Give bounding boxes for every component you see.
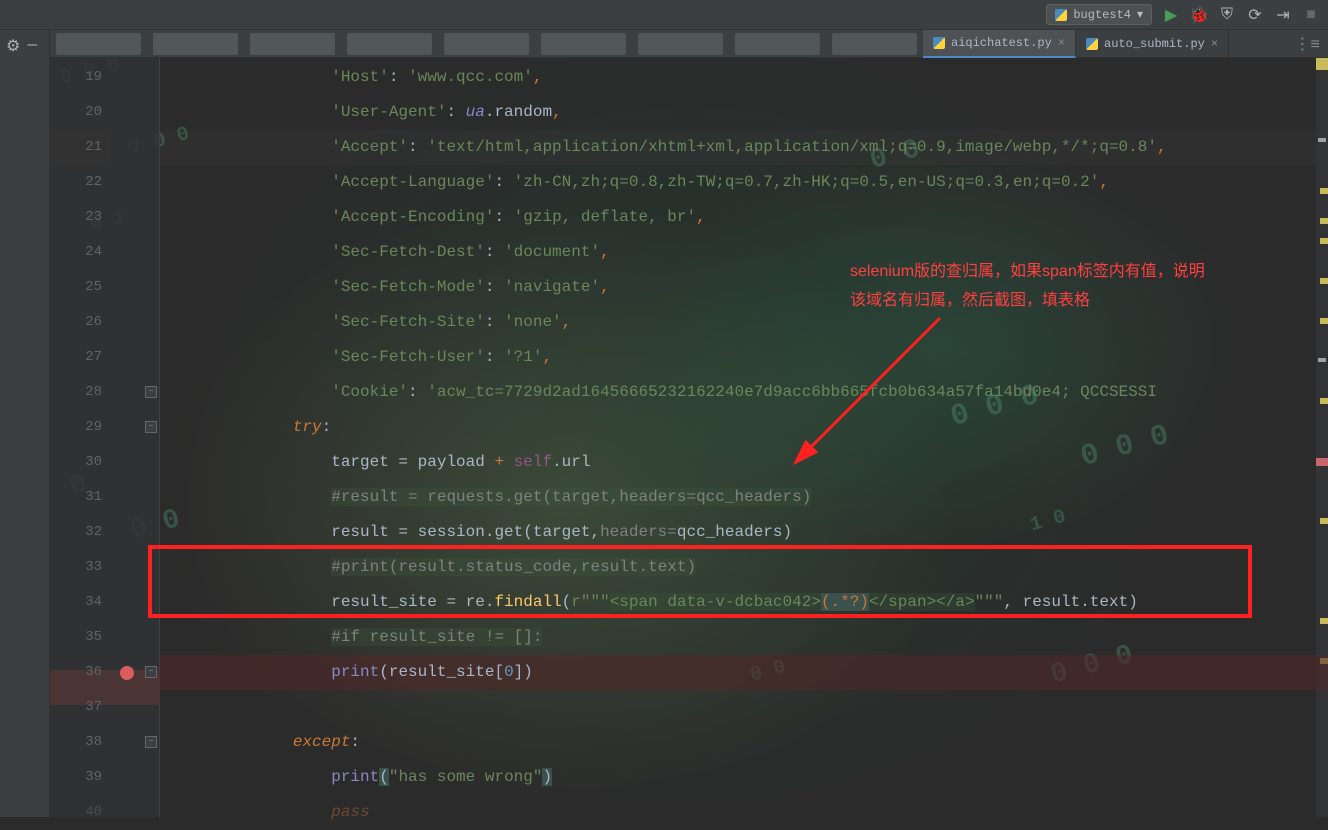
python-icon — [1086, 38, 1098, 50]
line-number: 35 — [50, 620, 110, 655]
tab-placeholder[interactable] — [832, 33, 917, 55]
code-line: print(result_site[0]) — [216, 655, 533, 690]
tab-placeholder[interactable] — [250, 33, 335, 55]
fold-marker[interactable]: − — [145, 386, 157, 398]
fold-marker[interactable]: − — [145, 736, 157, 748]
code-line: except: — [216, 725, 360, 760]
code-line: print("has some wrong") — [216, 760, 552, 795]
tab-placeholder[interactable] — [347, 33, 432, 55]
profile-button[interactable]: ⟳ — [1246, 6, 1264, 24]
tab-placeholder[interactable] — [638, 33, 723, 55]
line-number: 27 — [50, 340, 110, 375]
attach-button[interactable]: ⇥ — [1274, 6, 1292, 24]
close-icon[interactable]: × — [1211, 37, 1218, 51]
code-line: 'Sec-Fetch-Dest': 'document', — [216, 235, 610, 270]
annotation-text: selenium版的查归属，如果span标签内有值，说明 该域名有归属，然后截图… — [850, 258, 1205, 316]
line-number: 32 — [50, 515, 110, 550]
chevron-down-icon: ▾ — [1137, 7, 1143, 22]
code-line: 'Accept-Encoding': 'gzip, deflate, br', — [216, 200, 706, 235]
gear-icon[interactable]: ⚙ — [6, 36, 22, 52]
debug-button[interactable]: 🐞 — [1190, 6, 1208, 24]
code-line: 'Accept': 'text/html,application/xhtml+x… — [216, 130, 1167, 165]
code-line: result = session.get(target,headers=qcc_… — [216, 515, 792, 550]
tab-placeholder[interactable] — [735, 33, 820, 55]
tab-aiqichatest[interactable]: aiqichatest.py × — [923, 30, 1076, 58]
line-number: 25 — [50, 270, 110, 305]
line-number: 29 — [50, 410, 110, 445]
tab-placeholder[interactable] — [541, 33, 626, 55]
line-number: 37 — [50, 690, 110, 725]
stop-button[interactable]: ■ — [1302, 6, 1320, 24]
coverage-button[interactable]: ⛨ — [1218, 6, 1236, 24]
code-line: try: — [216, 410, 331, 445]
tab-placeholder[interactable] — [56, 33, 141, 55]
python-icon — [1055, 9, 1067, 21]
code-line: 'User-Agent': ua.random, — [216, 95, 562, 130]
code-line: 'Cookie': 'acw_tc=7729d2ad16456665232162… — [216, 375, 1157, 410]
line-number: 30 — [50, 445, 110, 480]
code-line: 'Sec-Fetch-Site': 'none', — [216, 305, 571, 340]
left-tool-panel: ⚙ — — [0, 30, 50, 817]
editor-tab-bar: aiqichatest.py × auto_submit.py × ⋮≡ — [50, 30, 1328, 58]
python-icon — [933, 37, 945, 49]
line-number: 23 — [50, 200, 110, 235]
tab-overflow-menu[interactable]: ⋮≡ — [1286, 30, 1328, 57]
run-button[interactable]: ▶ — [1162, 6, 1180, 24]
line-number: 40 — [50, 795, 110, 830]
line-number: 24 — [50, 235, 110, 270]
collapse-icon[interactable]: — — [28, 36, 44, 52]
code-line: #result = requests.get(target,headers=qc… — [216, 480, 811, 515]
line-number: 36 — [50, 655, 110, 690]
line-number: 26 — [50, 305, 110, 340]
code-line: pass — [216, 795, 370, 830]
code-editor[interactable]: 19 20 21 22 23 24 25 26 27 28 − 29 − 30 … — [50, 58, 1328, 817]
code-line: target = payload + self.url — [216, 445, 590, 480]
code-line: 'Sec-Fetch-User': '?1', — [216, 340, 552, 375]
line-number: 33 — [50, 550, 110, 585]
close-icon[interactable]: × — [1058, 36, 1065, 50]
tab-label: aiqichatest.py — [951, 36, 1052, 50]
code-line: result_site = re.findall(r"""<span data-… — [216, 585, 1138, 620]
code-area[interactable]: 'Host': 'www.qcc.com', 'User-Agent': ua.… — [160, 58, 1328, 817]
code-line: #if result_site != []: — [216, 620, 542, 655]
tab-auto-submit[interactable]: auto_submit.py × — [1076, 30, 1229, 58]
run-config-label: bugtest4 — [1073, 8, 1131, 22]
line-number: 22 — [50, 165, 110, 200]
tab-placeholder[interactable] — [444, 33, 529, 55]
line-number: 39 — [50, 760, 110, 795]
breakpoint-icon[interactable] — [120, 666, 134, 680]
fold-marker[interactable]: − — [145, 421, 157, 433]
tab-label: auto_submit.py — [1104, 37, 1205, 51]
line-number: 21 — [50, 130, 110, 165]
run-config-selector[interactable]: bugtest4 ▾ — [1046, 4, 1152, 25]
line-number: 31 — [50, 480, 110, 515]
code-line: 'Host': 'www.qcc.com', — [216, 60, 542, 95]
line-number: 34 — [50, 585, 110, 620]
top-toolbar: bugtest4 ▾ ▶ 🐞 ⛨ ⟳ ⇥ ■ — [0, 0, 1328, 30]
fold-marker[interactable]: − — [145, 666, 157, 678]
editor-gutter[interactable]: 19 20 21 22 23 24 25 26 27 28 − 29 − 30 … — [50, 58, 160, 817]
code-line: 'Accept-Language': 'zh-CN,zh;q=0.8,zh-TW… — [216, 165, 1109, 200]
line-number: 28 — [50, 375, 110, 410]
code-line: #print(result.status_code,result.text) — [216, 550, 696, 585]
line-number: 19 — [50, 60, 110, 95]
line-number: 20 — [50, 95, 110, 130]
line-number: 38 — [50, 725, 110, 760]
code-line: 'Sec-Fetch-Mode': 'navigate', — [216, 270, 610, 305]
tab-placeholder[interactable] — [153, 33, 238, 55]
